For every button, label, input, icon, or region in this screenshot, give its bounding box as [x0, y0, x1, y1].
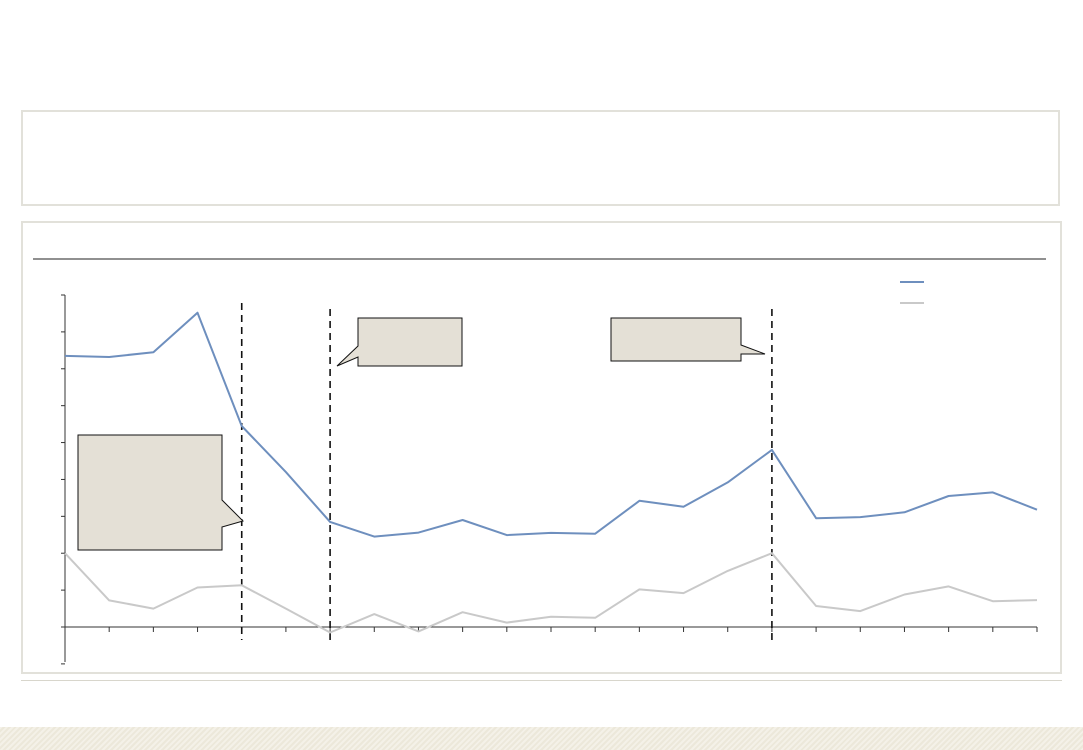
- chart-legend: [900, 281, 924, 304]
- callout-middle: [336, 317, 463, 367]
- line-chart: [33, 258, 1046, 665]
- series-line-2: [64, 552, 1038, 634]
- callout-left: [77, 434, 244, 551]
- callout-right: [610, 317, 766, 362]
- chart-callouts: [77, 317, 766, 551]
